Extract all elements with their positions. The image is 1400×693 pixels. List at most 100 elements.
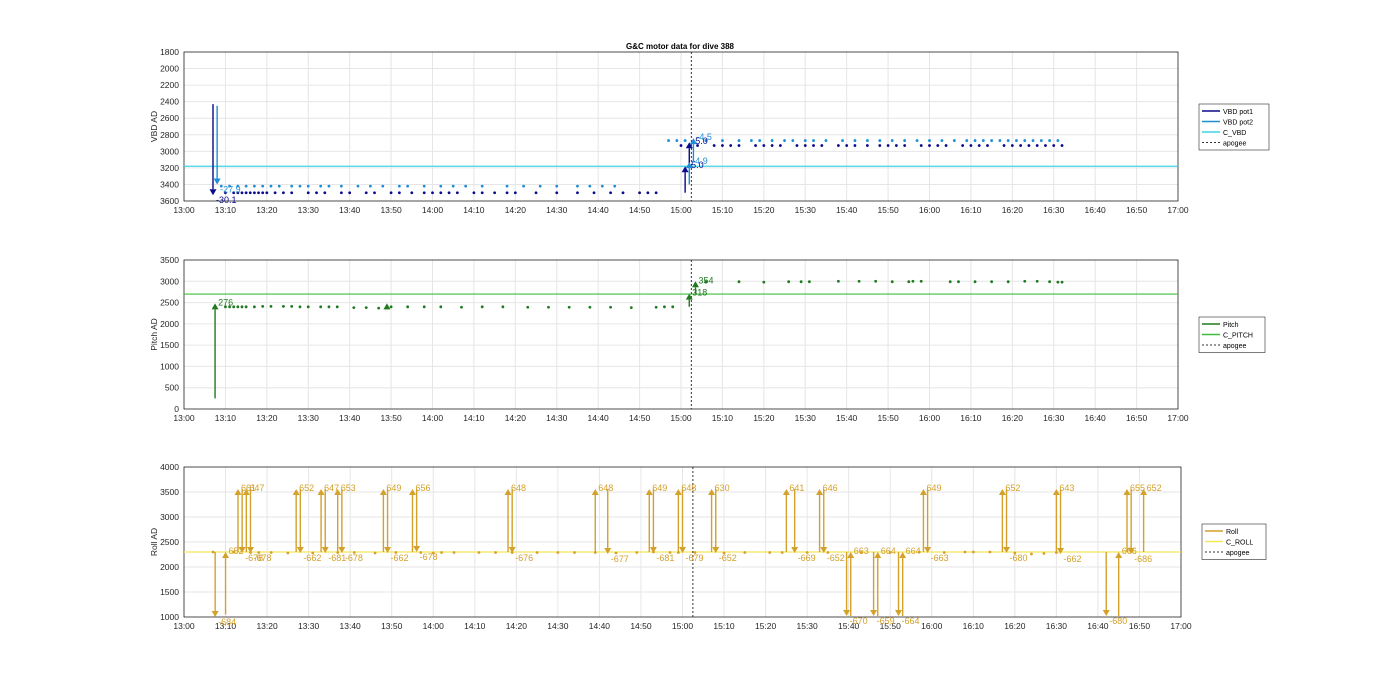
x-tick-label: 16:30 [1043, 413, 1065, 423]
data-point [592, 191, 596, 195]
data-point [327, 305, 331, 309]
data-point [737, 280, 741, 284]
data-point [422, 184, 426, 188]
arrow-label: -680 [1010, 553, 1028, 563]
x-tick-label: 16:30 [1046, 621, 1068, 631]
x-tick-label: 16:30 [1043, 205, 1065, 215]
data-point [455, 191, 459, 195]
y-tick-label: 2500 [160, 537, 179, 547]
data-point [513, 191, 517, 195]
arrow-label: -659 [877, 616, 895, 626]
data-point [253, 184, 256, 188]
data-point [282, 191, 285, 195]
data-point [654, 191, 658, 195]
data-point [928, 139, 931, 142]
arrow-label: -670 [850, 616, 868, 626]
x-tick-label: 16:20 [1004, 621, 1026, 631]
data-point [522, 184, 526, 188]
data-point [406, 184, 410, 188]
data-point [439, 191, 443, 195]
data-point [373, 191, 376, 195]
data-point [1039, 139, 1043, 142]
data-point [1019, 144, 1023, 147]
arrow-label: 653 [341, 483, 356, 493]
x-tick-label: 15:10 [712, 413, 734, 423]
data-point [654, 305, 658, 309]
arrow-label: 630 [715, 483, 730, 493]
arrow-label: 656 [415, 483, 430, 493]
data-point [609, 305, 612, 309]
x-tick-label: 16:00 [919, 413, 941, 423]
data-point [535, 551, 539, 554]
data-point [1027, 144, 1031, 147]
arrow-label: 648 [681, 483, 696, 493]
data-point [588, 305, 592, 309]
arrow-label: -681 [656, 553, 674, 563]
data-point [787, 280, 791, 284]
data-point [244, 191, 248, 195]
arrow-label: 648 [598, 483, 613, 493]
data-point [853, 144, 857, 147]
arrow-label: 649 [386, 483, 401, 493]
data-point [965, 139, 969, 142]
arrow-label: -680 [1109, 616, 1127, 626]
x-tick-label: 16:00 [921, 621, 943, 631]
arrow-label: 276 [218, 297, 233, 307]
arrow-label: -681 [328, 553, 346, 563]
arrow-label: -678 [253, 553, 271, 563]
x-tick-label: 14:00 [422, 413, 444, 423]
data-point [961, 144, 965, 147]
data-point [836, 279, 840, 283]
y-tick-label: 0 [174, 404, 179, 414]
x-tick-label: 13:50 [380, 413, 402, 423]
plot-1: 13:00 13:10 13:20 13:30 13:40 13:50 14:00 14:10… [149, 47, 1270, 215]
data-point [743, 551, 747, 554]
data-point [538, 184, 542, 188]
x-tick-label: 16:20 [1002, 205, 1024, 215]
data-point [348, 191, 352, 195]
data-point [1023, 279, 1027, 283]
x-tick-label: 15:20 [753, 413, 775, 423]
x-tick-label: 13:00 [173, 621, 195, 631]
x-tick-label: 14:30 [547, 621, 569, 631]
arrow-label: -678 [420, 552, 438, 562]
data-point [779, 144, 782, 147]
data-point [573, 551, 576, 554]
data-point [306, 184, 310, 188]
arrow-label: -663 [931, 553, 949, 563]
arrow-label: 664 [906, 546, 921, 556]
data-point [439, 305, 443, 309]
data-point [248, 191, 252, 195]
data-point [780, 551, 784, 554]
data-point [729, 144, 733, 147]
y-tick-label: 3500 [160, 255, 179, 265]
data-point [397, 191, 401, 195]
data-point [319, 184, 323, 188]
x-tick-label: 13:10 [215, 205, 237, 215]
x-tick-label: 13:30 [298, 205, 320, 215]
data-point [919, 279, 923, 283]
arrow-label: -30.1 [216, 195, 237, 205]
x-tick-label: 14:20 [506, 621, 528, 631]
data-point [440, 551, 443, 554]
data-point [853, 139, 857, 142]
data-point [1048, 139, 1052, 142]
data-point [1060, 280, 1064, 284]
x-tick-label: 13:30 [298, 413, 320, 423]
arrow-label: 649 [926, 483, 941, 493]
y-tick-label: 2200 [160, 80, 179, 90]
data-point [878, 144, 882, 147]
data-point [494, 551, 497, 554]
x-tick-label: 13:30 [298, 621, 320, 631]
y-tick-label: 1000 [160, 361, 179, 371]
data-point [903, 144, 907, 147]
data-point [721, 139, 724, 142]
legend-entry: Pitch [1223, 322, 1239, 329]
data-point [269, 305, 273, 308]
data-point [327, 184, 331, 188]
data-point [335, 305, 339, 309]
data-point [799, 280, 803, 284]
y-tick-label: 2000 [160, 64, 179, 74]
data-point [919, 144, 923, 147]
data-point [406, 305, 410, 309]
